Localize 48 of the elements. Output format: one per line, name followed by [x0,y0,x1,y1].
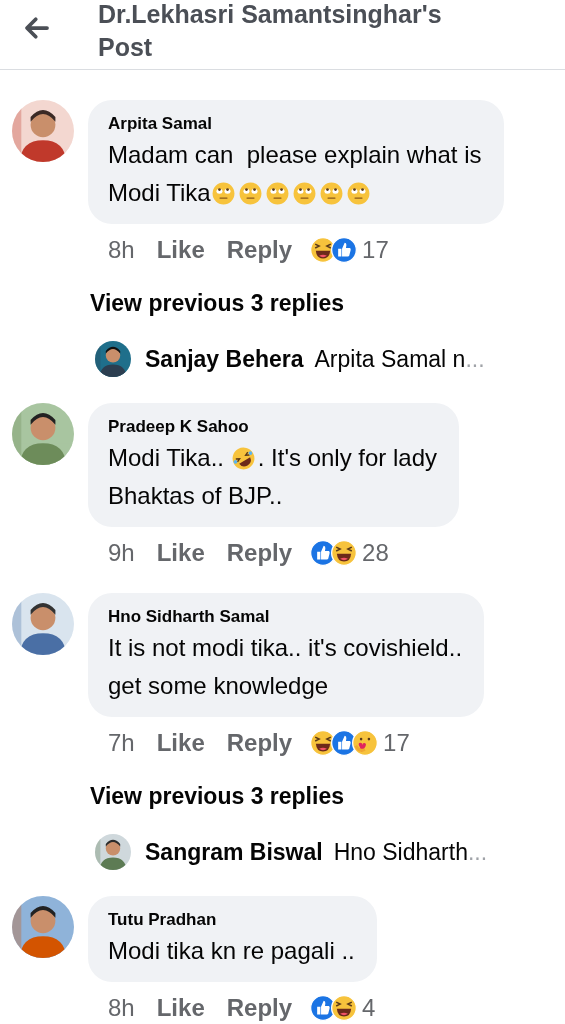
post-title: Dr.Lekhasri Samantsinghar's Post [98,0,443,63]
reply-author[interactable]: Sanjay Behera [145,345,304,373]
laughing-reaction-icon [331,995,358,1021]
comment-text: Modi Tika.. [108,443,226,473]
comment-text: It is not modi tika.. it's covishield.. [108,633,463,663]
eye-roll-emoji-icon [265,181,289,205]
ellipsis: ... [465,345,485,373]
hugging-heart-reaction-icon [352,730,379,756]
like-link[interactable]: Like [156,236,205,264]
comment-text: Modi tika kn re pagali .. [108,936,355,966]
eye-roll-emoji-icon [238,181,262,205]
laughing-tears-emoji-icon [231,446,255,470]
view-replies-link[interactable]: View previous 3 replies [90,290,344,317]
comment-time: 7h [108,729,135,757]
reaction-count[interactable]: 17 [383,729,410,757]
reply-link[interactable]: Reply [226,539,293,567]
comment-text: get some knowledge [108,671,329,701]
eye-roll-emoji-icon [211,181,235,205]
eye-roll-emoji-icon [292,181,316,205]
like-link[interactable]: Like [156,539,205,567]
comment-text: Madam can please explain what is [108,140,482,170]
comment-time: 8h [108,236,135,264]
commenter-name[interactable]: Arpita Samal [108,114,212,134]
thumbs-up-reaction-icon [331,237,358,263]
comment-time: 8h [108,994,135,1022]
comment-time: 9h [108,539,135,567]
like-link[interactable]: Like [156,994,205,1022]
comment-text: Modi Tika [108,178,211,208]
reply-link[interactable]: Reply [226,994,293,1022]
reaction-count[interactable]: 28 [362,539,389,567]
reaction-count[interactable]: 17 [362,236,389,264]
reply-link[interactable]: Reply [226,236,293,264]
eye-roll-emoji-icon [346,181,370,205]
reply-preview-text[interactable]: Arpita Samal n [314,345,466,373]
laughing-reaction-icon [331,540,358,566]
reply-author[interactable]: Sangram Biswal [145,838,323,866]
like-link[interactable]: Like [156,729,205,757]
commenter-name[interactable]: Tutu Pradhan [108,910,217,930]
reply-link[interactable]: Reply [226,729,293,757]
reaction-count[interactable]: 4 [362,994,376,1022]
ellipsis: ... [467,838,488,866]
commenter-name[interactable]: Pradeep K Sahoo [108,417,249,437]
eye-roll-emoji-icon [319,181,343,205]
reply-preview-text[interactable]: Hno Sidharth [333,838,468,866]
comment-text: Bhaktas of BJP.. [108,481,283,511]
comment-text: . It's only for lady [257,443,438,473]
commenter-name[interactable]: Hno Sidharth Samal [108,607,270,627]
view-replies-link[interactable]: View previous 3 replies [90,783,344,810]
